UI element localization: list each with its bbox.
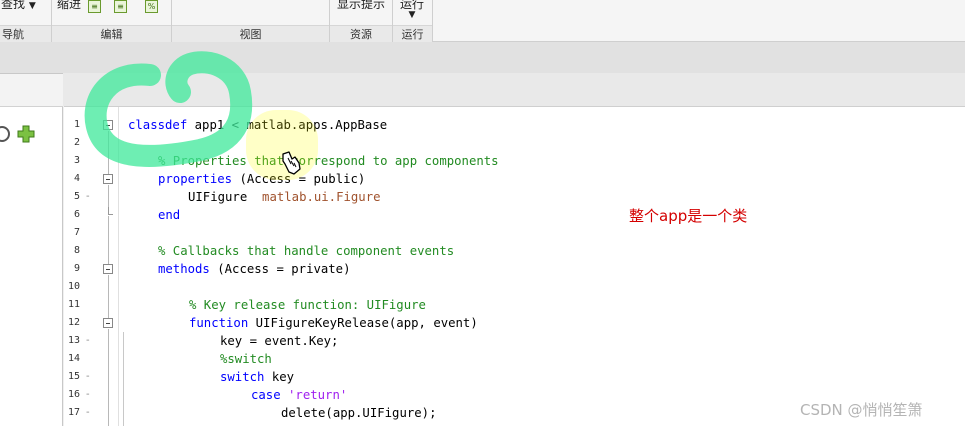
line-number: 4 (73, 173, 80, 184)
resources-section-label: 资源 (330, 25, 392, 42)
editor-header-strip (0, 73, 965, 106)
code-line-5: UIFigure matlab.ui.Figure (188, 188, 381, 206)
fold-toggle-icon[interactable] (103, 120, 113, 130)
line-number: 1 (73, 119, 80, 130)
line-number: 7 (73, 227, 80, 238)
view-section-label: 视图 (172, 25, 329, 42)
line-number: 5 (73, 191, 80, 202)
line-number: 11 (67, 299, 80, 310)
line-number: 14 (67, 353, 80, 364)
add-plus-icon[interactable] (16, 124, 36, 144)
fold-guide (108, 329, 109, 426)
component-browser-panel (0, 73, 63, 426)
resources-section: 显示提示 资源 (330, 0, 393, 42)
line-number: 13 (67, 335, 80, 346)
chevron-down-icon[interactable]: ▼ (29, 1, 36, 11)
code-editor[interactable]: 1 2 3 4 5 6 7 8 9 10 11 12 13 14 15 16 1… (64, 106, 965, 426)
fold-guide (108, 131, 109, 175)
fold-guide (108, 216, 109, 264)
line-number-gutter: 1 2 3 4 5 6 7 8 9 10 11 12 13 14 15 16 1… (64, 107, 119, 426)
line-number: 9 (73, 263, 80, 274)
edit-section-label: 编辑 (52, 25, 171, 42)
breakpoint-marker[interactable]: - (86, 404, 92, 422)
document-tab-bar (0, 42, 965, 73)
fold-end-marker (108, 207, 113, 215)
code-line-13: key = event.Key; (220, 334, 339, 348)
line-number: 15 (67, 371, 80, 382)
breakpoint-marker[interactable]: - (86, 332, 92, 350)
outdent-icon[interactable]: ≡ (114, 0, 127, 13)
run-button[interactable]: 运行 ▼ (400, 0, 424, 20)
indent-icon[interactable]: ≡ (88, 0, 101, 13)
code-line-9: methods (Access = private) (158, 260, 351, 278)
watermark: CSDN @悄悄笙箫 (800, 401, 923, 419)
fold-toggle-icon[interactable] (103, 318, 113, 328)
chevron-down-icon[interactable]: ▼ (400, 11, 424, 20)
fold-toggle-icon[interactable] (103, 264, 113, 274)
line-number: 3 (73, 155, 80, 166)
find-button-label: 查找 (1, 0, 26, 11)
code-text: UIFigureKeyRelease(app, event) (248, 316, 478, 330)
code-line-17: delete(app.UIFigure); (281, 406, 437, 420)
property-type: matlab.ui.Figure (262, 190, 381, 204)
code-line-12: function UIFigureKeyRelease(app, event) (189, 314, 478, 332)
run-section-label: 运行 (393, 25, 432, 42)
code-block-margin (123, 332, 124, 426)
line-number: 12 (67, 317, 80, 328)
code-line-14: %switch (220, 352, 272, 366)
breakpoint-marker[interactable]: - (86, 386, 92, 404)
line-number: 17 (67, 407, 80, 418)
hand-cursor-icon (282, 151, 301, 175)
find-button[interactable]: 查找 ▼ (1, 0, 36, 13)
line-number: 8 (73, 245, 80, 256)
line-number: 2 (73, 137, 80, 148)
code-line-11: % Key release function: UIFigure (189, 298, 426, 312)
component-browser-toolbar (0, 122, 63, 148)
code-line-8: % Callbacks that handle component events (158, 244, 455, 258)
indent-button-label: 缩进 (57, 0, 82, 11)
line-number: 10 (67, 281, 80, 292)
fold-toggle-icon[interactable] (103, 174, 113, 184)
navigate-section: 查找 ▼ 导航 (0, 0, 52, 42)
breakpoint-marker[interactable]: - (86, 188, 92, 206)
fold-guide (108, 275, 109, 318)
code-line-3: % Properties that correspond to app comp… (158, 154, 499, 168)
line-number: 16 (67, 389, 80, 400)
view-section: 视图 (172, 0, 330, 42)
keyword: function (189, 316, 249, 330)
property-name: UIFigure (188, 190, 248, 204)
code-line-6: end (158, 208, 181, 222)
code-line-16: case 'return' (251, 386, 347, 404)
search-circle-icon[interactable] (0, 126, 10, 142)
show-tips-button[interactable]: 显示提示 (337, 0, 385, 11)
component-browser-header (0, 74, 63, 107)
toolstrip: 查找 ▼ 导航 缩进 ≡ ≡ % 编辑 视图 显示提示 资源 运行 ▼ 运行 (0, 0, 965, 42)
line-number: 6 (73, 209, 80, 220)
run-section: 运行 ▼ 运行 (393, 0, 433, 42)
keyword: properties (158, 172, 233, 186)
fold-guide (108, 185, 109, 207)
code-text: key (264, 370, 295, 384)
show-tips-label: 显示提示 (337, 0, 386, 11)
keyword: case (251, 388, 281, 402)
code-line-15: switch key (220, 368, 294, 386)
edit-section: 缩进 ≡ ≡ % 编辑 (52, 0, 172, 42)
string-literal: 'return' (288, 388, 348, 402)
keyword: classdef (128, 118, 188, 132)
keyword: methods (158, 262, 210, 276)
indent-button[interactable]: 缩进 (57, 0, 81, 11)
annotation-text: 整个app是一个类 (629, 207, 748, 225)
comment-icon[interactable]: % (145, 0, 158, 13)
keyword: switch (220, 370, 265, 384)
breakpoint-marker[interactable]: - (86, 368, 92, 386)
code-text: (Access = private) (209, 262, 351, 276)
navigate-section-label: 导航 (0, 25, 51, 42)
